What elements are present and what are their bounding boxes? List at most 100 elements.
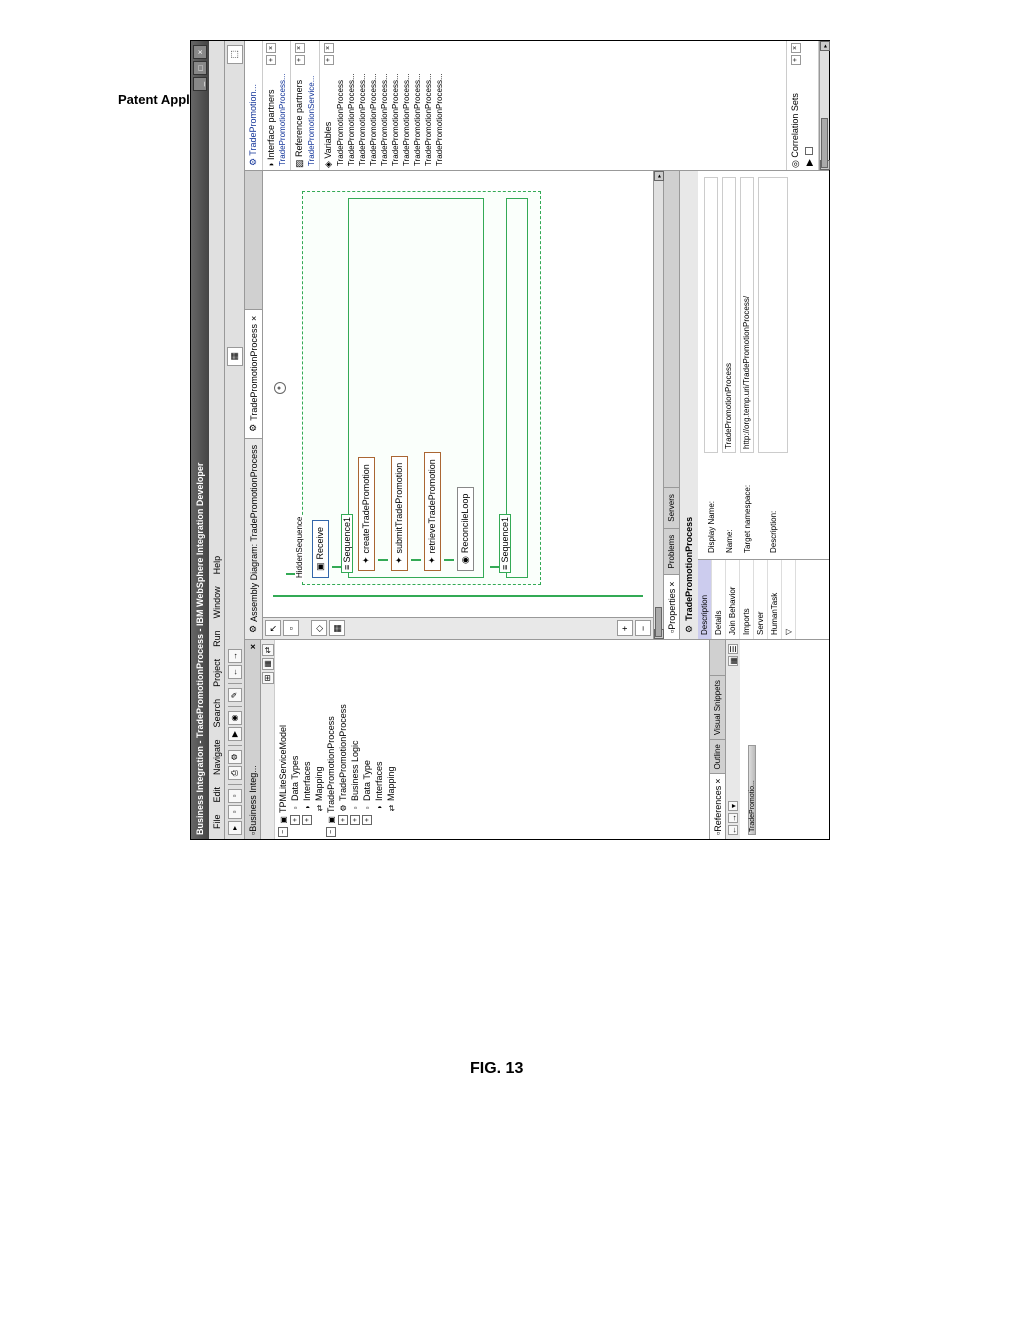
editor-tab-assembly[interactable]: ⚙ Assembly Diagram: TradePromotionProces… [245,438,262,639]
variable-item[interactable]: TradePromotionProcess... [357,43,368,168]
tab-problems[interactable]: Problems [664,528,679,575]
tree-bizlogic[interactable]: +▫Business Logic [349,642,361,837]
nav-humantask[interactable]: HumanTask [768,560,782,639]
remove-button[interactable]: × [791,43,801,53]
right-hscroll[interactable]: ◂ ▸ [819,41,829,170]
perspective-selector[interactable]: ⬚ [227,45,243,64]
palette-zoom-in[interactable]: + [617,621,633,637]
add-button[interactable]: + [295,55,305,65]
reference-partner-item[interactable]: TradePromotionService... [306,43,317,168]
nav-join[interactable]: Join Behavior [726,560,740,639]
build-button[interactable]: ⚙ [228,750,242,764]
tab-outline[interactable]: Outline [710,739,725,773]
variable-item[interactable]: TradePromotionProcess... [412,43,423,168]
palette-select[interactable]: ↖ [265,621,281,637]
scroll-right-icon[interactable]: ▸ [820,41,830,51]
tree-mapping2[interactable]: ⇄Mapping [385,642,397,837]
tree-project-2[interactable]: − ▣ TradePromotionProcess [325,642,337,837]
refs-fwd[interactable]: → [728,813,738,823]
sequence-1[interactable]: ≡ Sequence1 ✦createTradePromotion ✦submi… [348,198,484,578]
submit-trade-promotion[interactable]: ✦submitTradePromotion [391,456,408,571]
interface-partner-item[interactable]: TradePromotionProcess... [277,43,288,168]
editor-tab-process[interactable]: ⚙ TradePromotionProcess × [245,309,262,438]
refs-menu[interactable]: ▾ [728,801,738,811]
close-icon[interactable]: × [248,644,258,649]
namespace-field[interactable]: http://org.temp.uri/TradePromotionProces… [740,177,754,453]
description-field[interactable] [758,177,788,453]
forward-button[interactable]: → [228,649,242,663]
new-button[interactable]: ▸ [228,821,242,835]
variable-item[interactable]: TradePromotionProcess... [401,43,412,168]
menu-run[interactable]: Run [212,624,222,653]
tree-tool-1[interactable]: ⊞ [262,672,274,684]
tree-interfaces2[interactable]: ◑Interfaces [373,642,385,837]
refs-back[interactable]: ← [728,825,738,835]
display-name-field[interactable] [704,177,718,453]
run-button[interactable]: ◉ [228,711,242,725]
scroll-thumb[interactable] [655,607,662,637]
close-icon[interactable]: × [667,582,677,587]
refs-tool[interactable]: ▦ [728,656,738,666]
nav-imports[interactable]: Imports [740,560,754,639]
scroll-thumb[interactable] [821,118,828,168]
add-button[interactable]: + [266,55,276,65]
titlebar[interactable]: Business Integration - TradePromotionPro… [191,41,209,839]
open-button[interactable]: ▫ [228,789,242,803]
tree-datatype2[interactable]: +▫Data Type [361,642,373,837]
tab-properties[interactable]: ▫Properties× [664,575,679,640]
palette-zoom-out[interactable]: − [635,621,651,637]
start-icon[interactable]: ● [274,382,286,394]
menu-window[interactable]: Window [212,580,222,624]
print-button[interactable]: ⎙ [228,766,242,780]
hidden-sequence[interactable]: HiddenSequence ▣ Receive ≡ Sequence1 ✦cr… [302,191,541,585]
menu-navigate[interactable]: Navigate [212,733,222,781]
nav-server[interactable]: Server [754,560,768,639]
maximize-button[interactable]: □ [193,61,207,75]
remove-button[interactable]: × [295,43,305,53]
close-icon[interactable]: × [713,779,723,784]
menu-project[interactable]: Project [212,653,222,693]
process-link[interactable]: ⚙ TradePromotion... [247,43,260,168]
tree-tool-2[interactable]: ▦ [262,658,274,670]
tree-tool-3[interactable]: ⇄ [262,644,274,656]
tree-project-1[interactable]: − ▣ TPMLiteServiceModel [277,642,289,837]
stop-icon[interactable] [805,147,813,155]
ref-item[interactable]: TradePromotio... [748,745,756,835]
canvas-hscroll[interactable]: ◂ ▸ [653,171,663,639]
perspective-switcher[interactable]: ▦ [227,347,243,366]
retrieve-trade-promotion[interactable]: ✦retrieveTradePromotion [424,452,441,571]
palette-receive[interactable]: ▫ [283,621,299,637]
palette-seq[interactable]: ◇ [311,621,327,637]
refs-tool2[interactable]: ☰ [728,644,738,654]
menu-file[interactable]: File [212,808,222,835]
nav-details[interactable]: Details [712,560,726,639]
process-canvas[interactable]: ● HiddenSequence ▣ Receive [263,171,653,617]
play-icon[interactable]: ▶ [804,159,815,166]
sequence-2[interactable]: ≡ Sequence1 [506,198,528,578]
tree-datatypes[interactable]: +▫Data Types [289,642,301,837]
expand-icon[interactable]: + [362,815,372,825]
link-icon[interactable]: ✎ [228,688,242,702]
menu-edit[interactable]: Edit [212,781,222,809]
variable-item[interactable]: TradePromotionProcess... [368,43,379,168]
menu-search[interactable]: Search [212,693,222,734]
tree-process[interactable]: +⚙TradePromotionProcess [337,642,349,837]
variable-item[interactable]: TradePromotionProcess... [346,43,357,168]
scroll-right-icon[interactable]: ▸ [654,171,664,181]
back-button[interactable]: ← [228,665,242,679]
remove-button[interactable]: × [266,43,276,53]
save-button[interactable]: ▫ [228,805,242,819]
close-icon[interactable]: × [249,316,259,321]
add-button[interactable]: + [324,55,334,65]
tab-servers[interactable]: Servers [664,487,679,528]
expand-icon[interactable]: + [338,815,348,825]
name-field[interactable]: TradePromotionProcess [722,177,736,453]
tree-mapping[interactable]: ⇄Mapping [313,642,325,837]
variable-item[interactable]: TradePromotionProcess [335,43,346,168]
tree-interfaces[interactable]: +◑Interfaces [301,642,313,837]
menu-help[interactable]: Help [212,550,222,581]
tab-references[interactable]: ▫References× [710,774,725,840]
create-trade-promotion[interactable]: ✦createTradePromotion [358,457,375,571]
remove-button[interactable]: × [324,43,334,53]
variable-item[interactable]: TradePromotionProcess... [379,43,390,168]
